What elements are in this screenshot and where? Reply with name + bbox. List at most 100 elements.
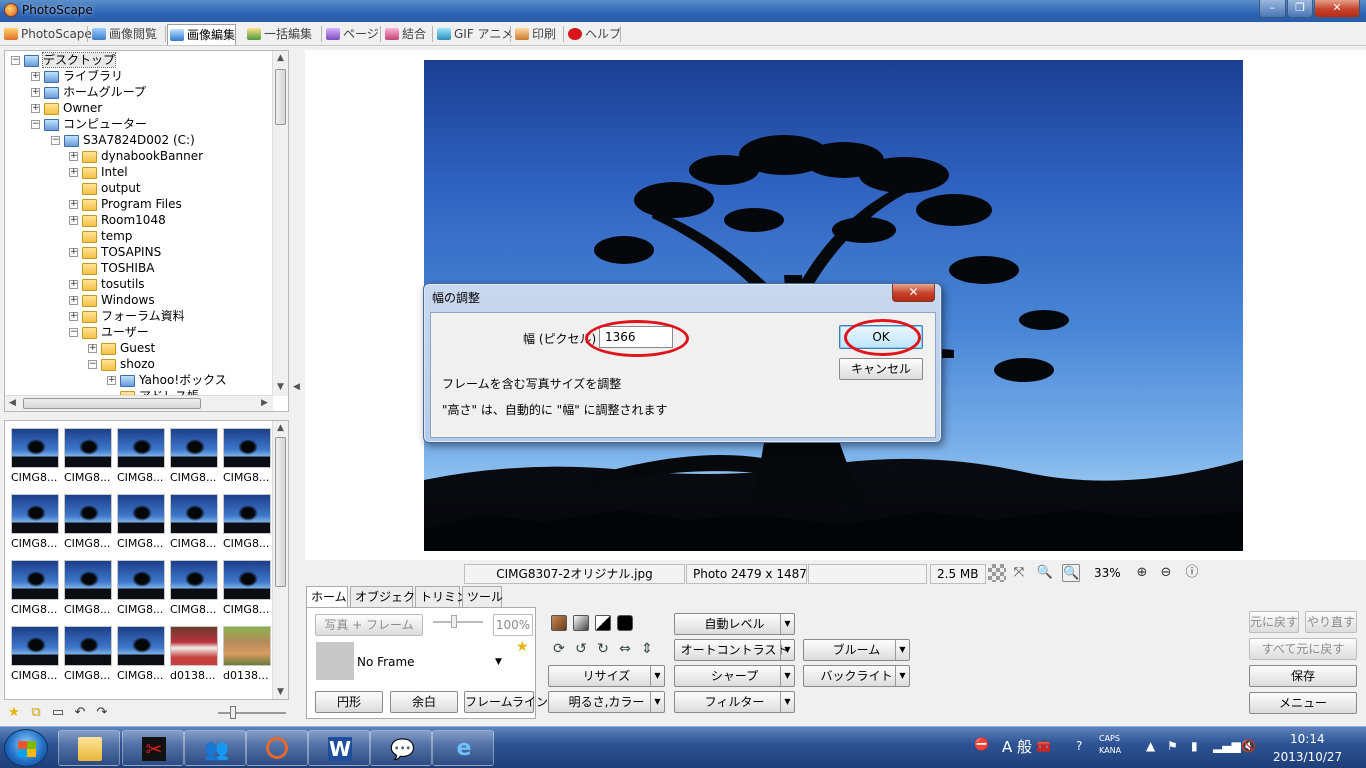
close-button[interactable]: ✕ — [1314, 0, 1360, 18]
tree-item-library[interactable]: + ライブラリ — [31, 68, 123, 84]
forward-arrow-icon[interactable]: ↷ — [94, 705, 110, 721]
ime-tool-icon[interactable]: 🧰 — [1036, 739, 1051, 753]
photo-frame-button[interactable]: 写真 + フレーム — [315, 614, 423, 636]
tab-editor[interactable]: 画像編集 — [167, 24, 237, 45]
brightness-color-button[interactable]: 明るさ,カラー ▼ — [548, 691, 665, 713]
thumbnail-item[interactable]: d0138... — [223, 626, 273, 686]
tab-object[interactable]: オブジェクト — [350, 586, 427, 608]
thumbnail-item[interactable]: CIMG8... — [64, 494, 114, 554]
tab-tools[interactable]: ツール — [462, 586, 503, 608]
grayscale-icon[interactable] — [573, 615, 589, 631]
tree-item-desktop[interactable]: − デスクトップ — [11, 52, 117, 68]
thumbnail-item[interactable]: CIMG8... — [170, 560, 220, 620]
tab-batch[interactable]: 一括編集 — [245, 24, 312, 45]
show-hidden-icons[interactable]: ▲ — [1146, 739, 1155, 753]
expand-icon[interactable]: + — [69, 200, 78, 209]
thumbnail-item[interactable]: CIMG8... — [11, 626, 61, 686]
maximize-button[interactable]: ❐ — [1287, 0, 1313, 18]
thumbnail-item[interactable]: CIMG8... — [11, 560, 61, 620]
expand-icon[interactable]: + — [31, 104, 40, 113]
expand-icon[interactable]: + — [31, 88, 40, 97]
actual-size-icon[interactable]: 🔍 — [1036, 564, 1054, 582]
thumbnail-item[interactable]: CIMG8... — [117, 428, 167, 488]
scroll-thumb[interactable] — [23, 398, 201, 409]
tab-combine[interactable]: 結合 — [383, 24, 426, 45]
thumbnail-item[interactable]: CIMG8... — [117, 560, 167, 620]
negative-icon[interactable] — [617, 615, 633, 631]
frame-select-label[interactable]: No Frame — [357, 655, 415, 669]
scroll-right-icon[interactable]: ▶ — [261, 398, 268, 408]
thumbnail-item[interactable]: CIMG8... — [223, 494, 273, 554]
circle-button[interactable]: 円形 — [315, 691, 383, 713]
thumbnail-item[interactable]: CIMG8... — [223, 560, 273, 620]
transparency-icon[interactable] — [988, 564, 1006, 582]
tree-vertical-scrollbar[interactable]: ▲ ▼ — [272, 51, 288, 396]
tree-item-room1048[interactable]: + Room1048 — [69, 212, 166, 228]
tree-item-users[interactable]: − ユーザー — [69, 324, 149, 340]
tree-item-drive-c[interactable]: − S3A7824D002 (C:) — [51, 132, 195, 148]
taskbar-app-3[interactable]: 👥 — [184, 730, 246, 766]
scroll-thumb[interactable] — [275, 69, 286, 125]
collapse-icon[interactable]: − — [11, 56, 20, 65]
taskbar-app-6[interactable]: 💬 — [370, 730, 432, 766]
clock-time[interactable]: 10:14 — [1290, 732, 1325, 746]
tab-gif[interactable]: GIF アニメ — [435, 24, 513, 45]
tree-item-toshiba[interactable]: TOSHIBA — [82, 260, 154, 276]
scroll-thumb[interactable] — [275, 437, 286, 587]
scroll-left-icon[interactable]: ◀ — [9, 398, 16, 408]
scroll-down-icon[interactable]: ▼ — [277, 382, 284, 392]
rotate-icon[interactable]: ⟳ — [551, 641, 567, 657]
scroll-up-icon[interactable]: ▲ — [277, 53, 284, 63]
tree-item-intel[interactable]: + Intel — [69, 164, 128, 180]
bloom-button[interactable]: ブルーム ▼ — [803, 639, 910, 661]
save-button[interactable]: 保存 — [1249, 665, 1357, 687]
thumbnail-item[interactable]: CIMG8... — [11, 494, 61, 554]
zoom-fit-icon[interactable]: 🔍 — [1062, 564, 1080, 582]
expand-icon[interactable]: + — [69, 168, 78, 177]
thumbnail-item[interactable]: CIMG8... — [117, 494, 167, 554]
tree-item-temp[interactable]: temp — [82, 228, 132, 244]
dropdown-arrow-icon[interactable]: ▼ — [780, 614, 794, 634]
rotate-right-icon[interactable]: ↻ — [595, 641, 611, 657]
dropdown-arrow-icon[interactable]: ▼ — [895, 640, 909, 660]
tree-item-homegroup[interactable]: + ホームグループ — [31, 84, 146, 100]
slider-knob[interactable] — [230, 706, 236, 719]
tree-item-shozo[interactable]: − shozo — [88, 356, 155, 372]
minimize-button[interactable]: – — [1259, 0, 1286, 18]
sharpen-button[interactable]: シャープ ▼ — [674, 665, 795, 687]
frame-scale-slider[interactable] — [433, 615, 483, 628]
rotate-left-icon[interactable]: ↺ — [573, 641, 589, 657]
scroll-up-icon[interactable]: ▲ — [277, 423, 284, 433]
slider-knob[interactable] — [451, 615, 457, 628]
undo-all-button[interactable]: すべて元に戻す — [1249, 638, 1357, 660]
tree-item-yahoo-box[interactable]: + Yahoo!ボックス — [107, 372, 227, 388]
taskbar-app-2[interactable]: ✂ — [122, 730, 184, 766]
thumbnail-item[interactable]: CIMG8... — [64, 560, 114, 620]
tree-item-guest[interactable]: + Guest — [88, 340, 155, 356]
black-white-icon[interactable] — [595, 615, 611, 631]
cancel-button[interactable]: キャンセル — [839, 358, 923, 380]
tree-item-tosutils[interactable]: + tosutils — [69, 276, 145, 292]
ime-help-icon[interactable]: ? — [1076, 739, 1082, 753]
favorite-star-icon[interactable]: ★ — [516, 639, 529, 655]
tab-crop[interactable]: トリミング — [415, 586, 480, 608]
expand-icon[interactable]: + — [69, 296, 78, 305]
tab-home[interactable]: ホーム — [306, 586, 348, 609]
dropdown-arrow-icon[interactable]: ▼ — [650, 692, 664, 712]
collapse-arrow-icon[interactable]: ◀ — [293, 382, 300, 392]
undo-button[interactable]: 元に戻す — [1249, 611, 1299, 633]
taskbar-explorer[interactable] — [58, 730, 120, 766]
thumbnail-item[interactable]: d0138... — [170, 626, 220, 686]
tab-print[interactable]: 印刷 — [513, 24, 556, 45]
folders-icon[interactable]: ⧉ — [28, 705, 44, 721]
action-center-icon[interactable]: ⚑ — [1167, 739, 1178, 753]
start-button[interactable] — [4, 729, 48, 767]
backlight-button[interactable]: バックライト ▼ — [803, 665, 910, 687]
thumbnail-item[interactable]: CIMG8... — [11, 428, 61, 488]
resize-button[interactable]: リサイズ ▼ — [548, 665, 665, 687]
tree-item-windows[interactable]: + Windows — [69, 292, 155, 308]
tree-item-dynabookbanner[interactable]: + dynabookBanner — [69, 148, 203, 164]
tree-item-program-files[interactable]: + Program Files — [69, 196, 182, 212]
tree-item-tosapins[interactable]: + TOSAPINS — [69, 244, 161, 260]
zoom-in-icon[interactable]: ⊕ — [1133, 564, 1151, 582]
